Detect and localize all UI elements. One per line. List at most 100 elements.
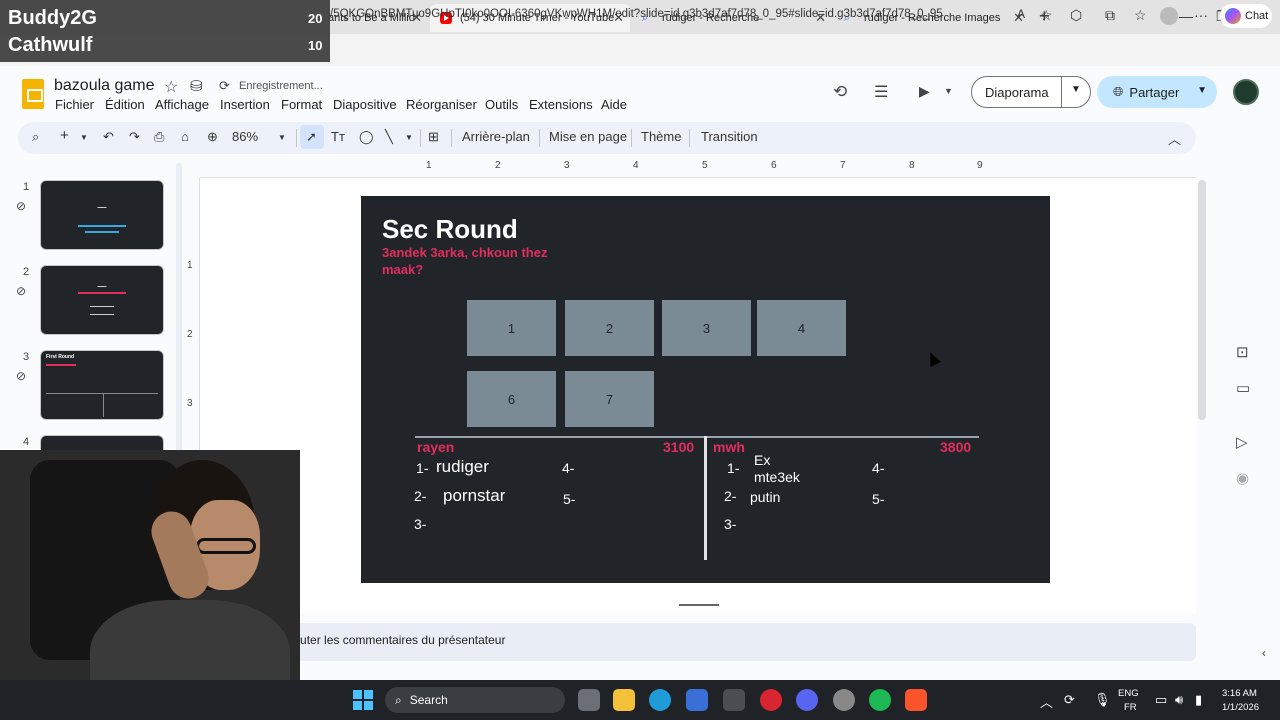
language-indicator[interactable]: ENG <box>1118 688 1139 699</box>
right-player-score[interactable]: 3800 <box>940 439 971 455</box>
add-comment-icon[interactable]: ⊞ <box>428 129 439 145</box>
microphone-icon[interactable]: 🎙︎ <box>1094 692 1111 708</box>
clock-time[interactable]: 3:16 AM <box>1222 688 1257 699</box>
minimize-icon[interactable]: — <box>1179 8 1193 24</box>
search-menus-icon[interactable]: ⌕ <box>32 129 39 145</box>
chevron-down-icon[interactable]: ▼ <box>1071 84 1081 95</box>
menu-edition[interactable]: Édition <box>105 97 145 112</box>
collapse-toolbar-icon[interactable]: ︿ <box>1168 129 1181 148</box>
undo-icon[interactable]: ↶ <box>103 129 114 145</box>
folder-icon[interactable]: ▭ <box>1236 379 1250 397</box>
slide-subtitle[interactable]: 3andek 3arka, chkoun thez maak? <box>382 244 592 278</box>
shape-icon[interactable]: ◯ <box>359 129 374 145</box>
opera-icon[interactable] <box>760 689 782 711</box>
app-icon[interactable] <box>723 689 745 711</box>
canvas-scrollbar[interactable] <box>1198 180 1206 420</box>
player-answer[interactable]: pornstar <box>443 486 505 506</box>
menu-reorganiser[interactable]: Réorganiser <box>406 97 477 112</box>
menu-format[interactable]: Format <box>281 97 322 112</box>
spotify-icon[interactable] <box>869 689 891 711</box>
right-player-name[interactable]: mwh <box>713 439 745 455</box>
slide-thumbnail-2[interactable]: ▬▬▬ ▬▬▬▬▬▬▬▬ ▬▬▬▬▬▬▬▬ <box>40 265 164 335</box>
zoom-icon[interactable]: ⊕ <box>207 129 218 145</box>
battery-icon[interactable]: ▮ <box>1195 692 1202 708</box>
chevron-down-icon[interactable]: ▼ <box>80 133 88 142</box>
chevron-down-icon[interactable]: ▼ <box>944 86 953 96</box>
menu-diapositive[interactable]: Diapositive <box>333 97 397 112</box>
slideshow-button[interactable]: Diaporama ▼ <box>971 76 1091 108</box>
keyboard-layout-indicator[interactable]: FR <box>1124 702 1137 713</box>
more-menu-icon[interactable]: ··· <box>1194 7 1208 23</box>
player-answer[interactable]: mte3ek <box>754 469 800 485</box>
slide-title[interactable]: Sec Round <box>382 214 518 245</box>
brave-icon[interactable] <box>905 689 927 711</box>
maps-icon[interactable]: ◉ <box>1236 469 1249 487</box>
menu-aide[interactable]: Aide <box>601 97 627 112</box>
slide-thumbnail-1[interactable]: ▬▬▬ <box>40 180 164 250</box>
split-screen-icon[interactable]: ⧉ <box>1105 7 1115 24</box>
edge-browser-icon[interactable] <box>649 689 671 711</box>
move-to-drive-icon[interactable]: ⛁ <box>190 77 203 95</box>
text-box-icon[interactable]: Tт <box>331 129 345 144</box>
answer-box[interactable]: 4 <box>757 300 846 356</box>
keep-icon[interactable]: ⊡ <box>1236 343 1249 361</box>
chevron-down-icon[interactable]: ▼ <box>278 133 286 142</box>
network-icon[interactable]: ▭ <box>1155 692 1167 708</box>
answer-box[interactable]: 2 <box>565 300 654 356</box>
chevron-down-icon[interactable]: ▼ <box>1197 85 1207 96</box>
extensions-icon[interactable]: ⬡ <box>1070 7 1082 24</box>
account-avatar[interactable] <box>1233 79 1259 105</box>
zoom-level[interactable]: 86% <box>232 129 258 144</box>
new-slide-icon[interactable]: + <box>60 127 69 144</box>
expand-side-panel-icon[interactable]: ‹ <box>1262 646 1266 660</box>
slide-thumbnail-3[interactable]: First Round <box>40 350 164 420</box>
browser-profile-avatar[interactable] <box>1160 7 1178 25</box>
comments-icon[interactable]: ☰ <box>874 82 888 102</box>
answer-box[interactable]: 6 <box>467 371 556 427</box>
print-icon[interactable]: ⎙ <box>154 129 164 145</box>
paint-format-icon[interactable]: ⌂ <box>181 129 189 144</box>
answer-box[interactable]: 3 <box>662 300 751 356</box>
favorite-star-icon[interactable]: ☆ <box>1040 7 1053 24</box>
left-player-name[interactable]: rayen <box>417 439 454 455</box>
left-player-score[interactable]: 3100 <box>663 439 694 455</box>
transition-button[interactable]: Transition <box>701 129 758 144</box>
menu-outils[interactable]: Outils <box>485 97 518 112</box>
slide-editor[interactable]: Sec Round 3andek 3arka, chkoun thez maak… <box>361 196 1050 583</box>
document-title[interactable]: bazoula game <box>54 77 155 95</box>
notes-resize-handle[interactable] <box>679 604 719 606</box>
player-answer[interactable]: putin <box>750 489 780 505</box>
taskbar-search-box[interactable]: ⌕ Search <box>385 687 565 713</box>
menu-insertion[interactable]: Insertion <box>220 97 270 112</box>
layout-button[interactable]: Mise en page <box>549 129 627 144</box>
obs-icon[interactable] <box>833 689 855 711</box>
menu-fichier[interactable]: Fichier <box>55 97 94 112</box>
sync-icon[interactable]: ⟳ <box>1064 692 1075 708</box>
volume-icon[interactable]: 🔊︎ <box>1175 692 1183 708</box>
show-hidden-icons-icon[interactable]: ︿ <box>1040 692 1053 711</box>
star-icon[interactable]: ☆ <box>164 77 178 97</box>
clock-date[interactable]: 1/1/2026 <box>1222 702 1259 713</box>
slides-logo-icon[interactable] <box>22 79 44 109</box>
player-answer[interactable]: Ex <box>754 452 770 468</box>
file-explorer-icon[interactable] <box>613 689 635 711</box>
line-icon[interactable]: ╲ <box>385 129 393 145</box>
menu-extensions[interactable]: Extensions <box>529 97 593 112</box>
tasks-icon[interactable]: ▷ <box>1236 433 1248 451</box>
answer-box[interactable]: 1 <box>467 300 556 356</box>
menu-affichage[interactable]: Affichage <box>155 97 209 112</box>
answer-box[interactable]: 7 <box>565 371 654 427</box>
discord-icon[interactable] <box>796 689 818 711</box>
version-history-icon[interactable]: ⟲ <box>833 82 847 102</box>
speaker-notes-placeholder[interactable]: ajouter les commentaires du présentateur <box>284 633 505 647</box>
player-answer[interactable]: rudiger <box>436 457 489 477</box>
share-button[interactable]: 🌐︎ Partager ▼ <box>1097 76 1217 108</box>
store-icon[interactable] <box>686 689 708 711</box>
theme-button[interactable]: Thème <box>641 129 681 144</box>
chevron-down-icon[interactable]: ▼ <box>405 133 413 142</box>
meet-camera-icon[interactable]: ▶ <box>919 83 930 100</box>
favorites-icon[interactable]: ☆ <box>1134 7 1147 24</box>
select-cursor-icon[interactable]: ➚ <box>306 129 317 145</box>
redo-icon[interactable]: ↷ <box>129 129 140 145</box>
url-field[interactable]: /5QKGOnBBMTuo9GHpTI0ko0OOI-6360gVKwpWH1M… <box>330 8 943 20</box>
